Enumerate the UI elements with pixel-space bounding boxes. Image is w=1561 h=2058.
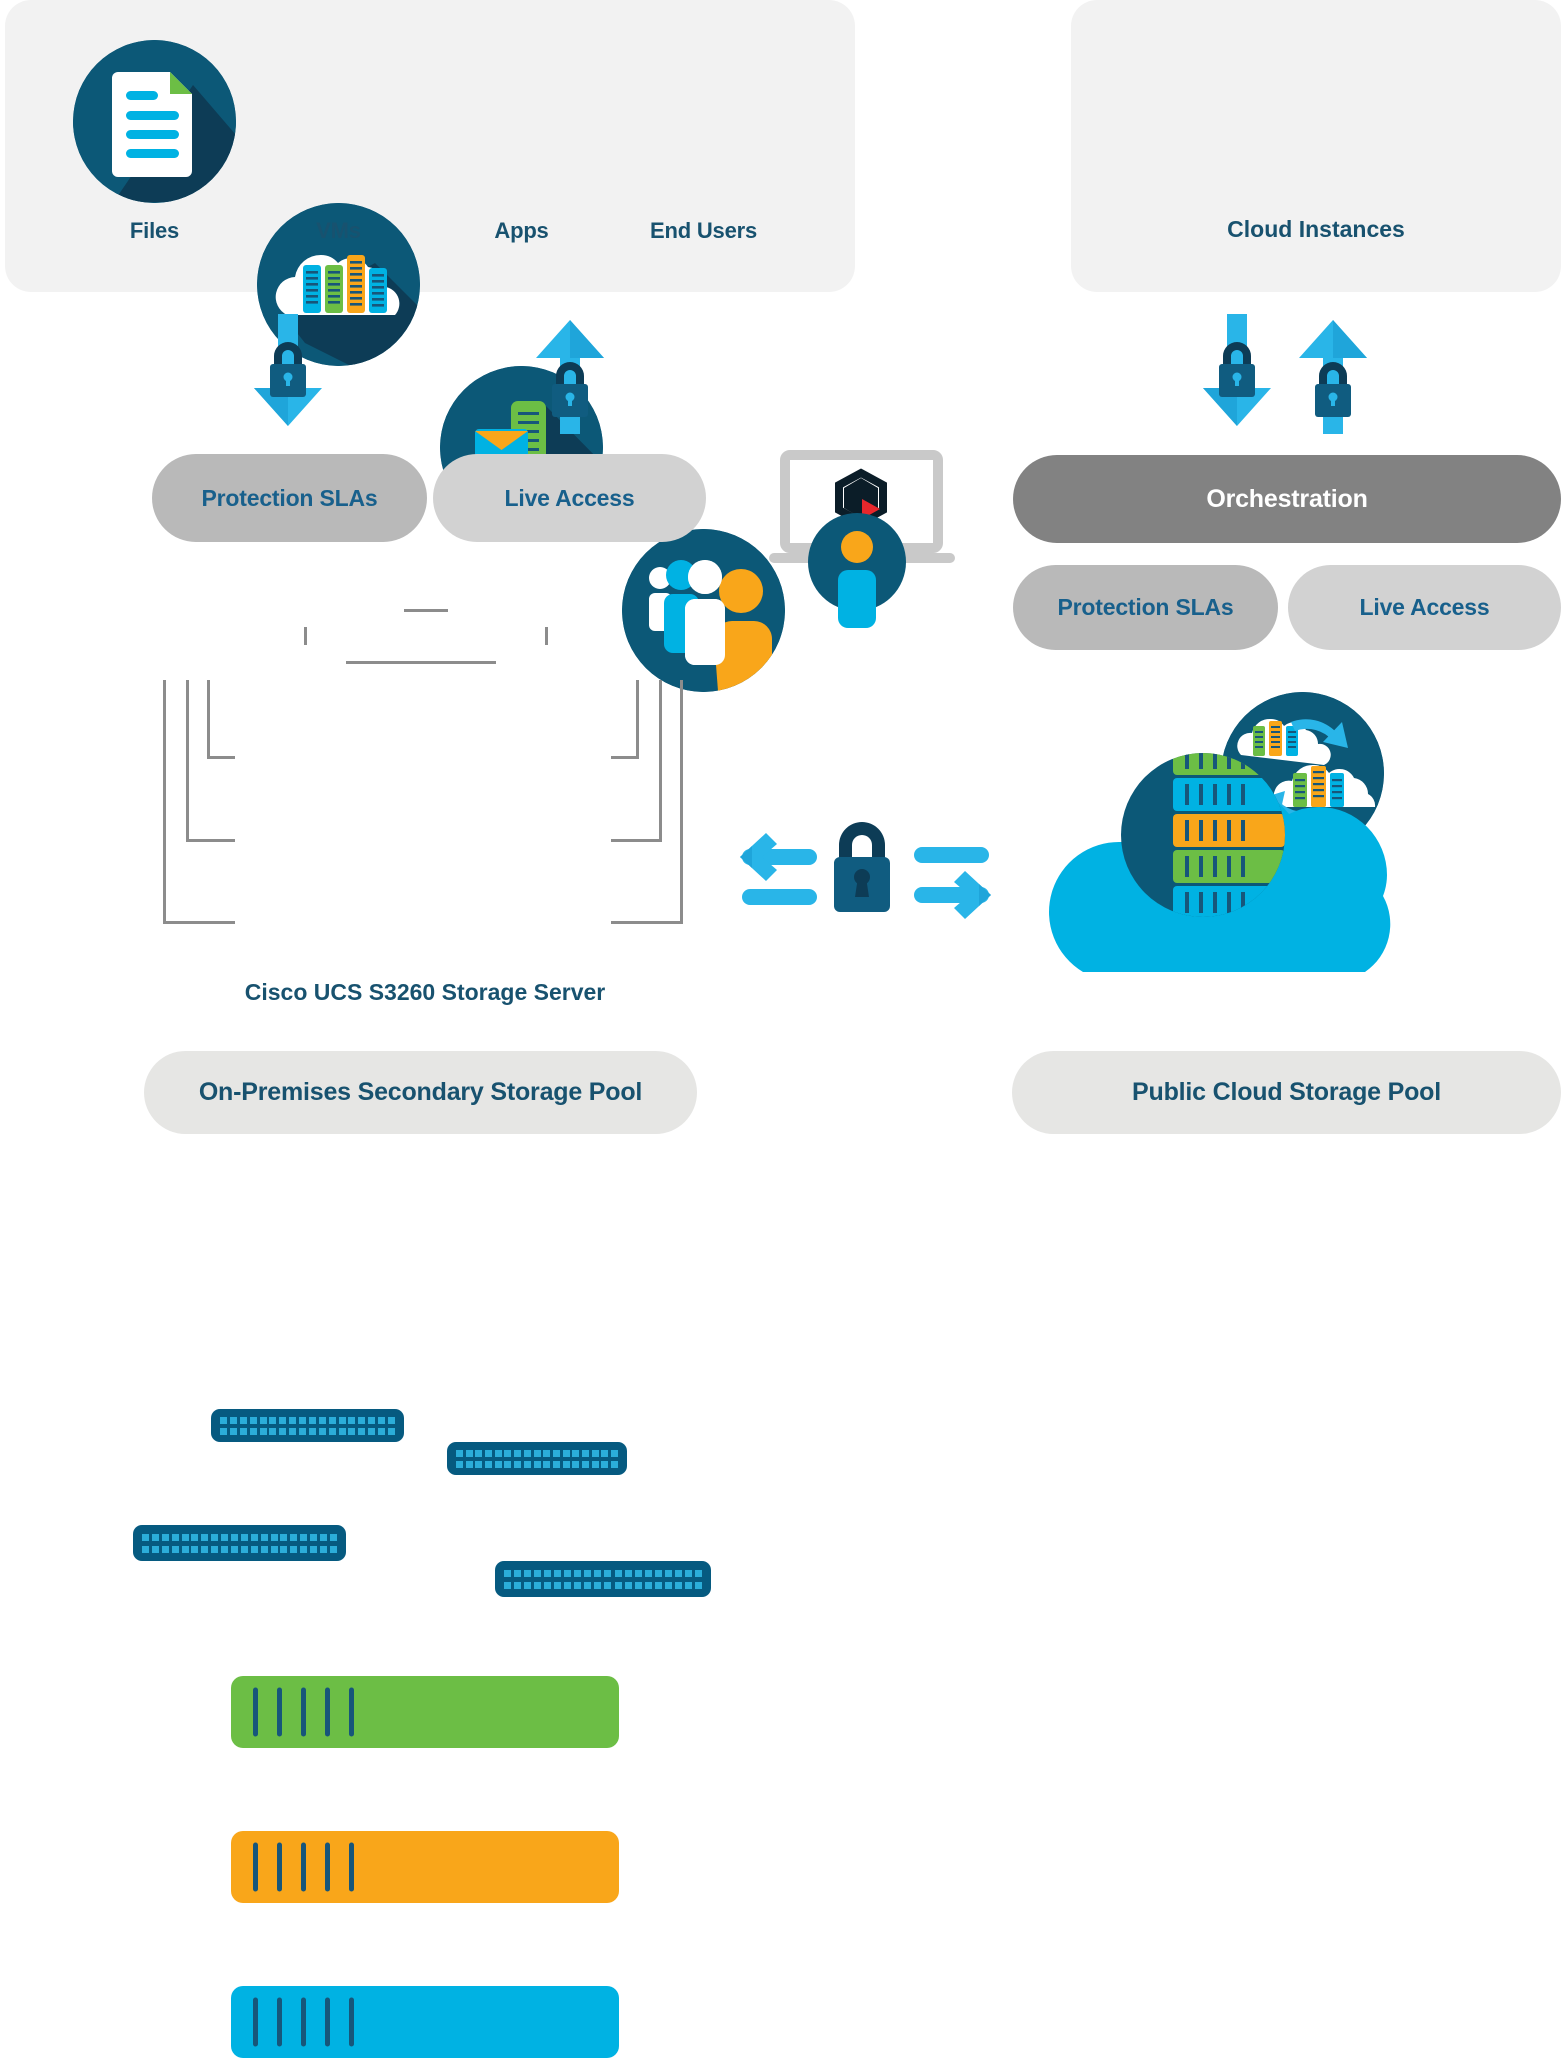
- public-cloud-storage-pool-pill[interactable]: Public Cloud Storage Pool: [1012, 1051, 1561, 1134]
- switch-top-right: [447, 1442, 627, 1475]
- cable-right-orange-vertical: [659, 680, 662, 841]
- switch-port-row: [142, 1546, 337, 1553]
- cable-left-green-horizontal: [207, 756, 235, 759]
- cable-left-green-vertical: [207, 680, 210, 758]
- cable-left-cyan-vertical: [163, 680, 166, 923]
- switch-port-row: [456, 1450, 618, 1457]
- storage-node-green: [231, 1676, 619, 1748]
- switch-link-right-vertical: [545, 627, 548, 645]
- onprem-storage-pool-pill[interactable]: On-Premises Secondary Storage Pool: [144, 1051, 697, 1134]
- drive-slots: [253, 1687, 354, 1737]
- orchestration-pill[interactable]: Orchestration: [1013, 455, 1561, 543]
- cable-right-cyan-vertical: [680, 680, 683, 923]
- onprem-live-access-pill[interactable]: Live Access: [433, 454, 706, 542]
- admin-console-laptop-icon: [752, 442, 982, 632]
- workload-label-apps: Apps: [494, 218, 549, 243]
- switch-link-bottom: [346, 661, 496, 664]
- cloud-secure-upload-arrow: [1293, 314, 1373, 434]
- arrow-right-icon: [914, 847, 991, 919]
- switch-port-row: [504, 1582, 702, 1589]
- drive-slots: [253, 1842, 354, 1892]
- workload-label-files: Files: [129, 218, 180, 243]
- onprem-protection-slas-pill[interactable]: Protection SLAs: [152, 454, 427, 542]
- switch-bottom-right: [495, 1561, 711, 1597]
- switch-link-left-vertical: [304, 627, 307, 645]
- storage-server-caption: Cisco UCS S3260 Storage Server: [244, 979, 606, 1005]
- cloud-secure-download-arrow: [1197, 314, 1277, 434]
- cloud-instances-panel: [1071, 0, 1561, 292]
- storage-node-cyan: [231, 1986, 619, 2058]
- architecture-diagram: Files VMs Apps End Users Cloud Instances…: [0, 0, 1561, 2058]
- cable-right-green-horizontal: [611, 756, 639, 759]
- cloud-protection-slas-pill[interactable]: Protection SLAs: [1013, 565, 1278, 650]
- drive-slots: [253, 1997, 354, 2047]
- workload-label-vms: VMs: [316, 218, 361, 243]
- switch-port-row: [220, 1428, 395, 1435]
- arrow-left-icon: [740, 833, 817, 905]
- switch-bottom-left: [133, 1525, 346, 1561]
- cloud-live-access-pill[interactable]: Live Access: [1288, 565, 1561, 650]
- onprem-secure-upload-arrow: [530, 314, 610, 434]
- secure-replication-icon: [722, 802, 1012, 942]
- cable-left-orange-horizontal: [186, 839, 235, 842]
- padlock-icon: [834, 822, 890, 912]
- cloud-instances-label: Cloud Instances: [1227, 216, 1405, 242]
- cable-left-orange-vertical: [186, 680, 189, 841]
- cable-right-green-vertical: [636, 680, 639, 758]
- switch-port-row: [504, 1570, 702, 1577]
- switch-top-left: [211, 1409, 404, 1442]
- cloud-storage-stack-icon: [1049, 720, 1535, 980]
- storage-node-orange: [231, 1831, 619, 1903]
- onprem-secure-download-arrow: [248, 314, 328, 434]
- cable-left-cyan-horizontal: [163, 921, 235, 924]
- switch-port-row: [142, 1534, 337, 1541]
- cable-right-cyan-horizontal: [611, 921, 683, 924]
- switch-port-row: [220, 1417, 395, 1424]
- switch-link-top: [404, 609, 448, 612]
- switch-port-row: [456, 1461, 618, 1468]
- workload-icon-files: [73, 40, 236, 203]
- workload-label-end-users: End Users: [649, 218, 758, 243]
- cable-right-orange-horizontal: [611, 839, 662, 842]
